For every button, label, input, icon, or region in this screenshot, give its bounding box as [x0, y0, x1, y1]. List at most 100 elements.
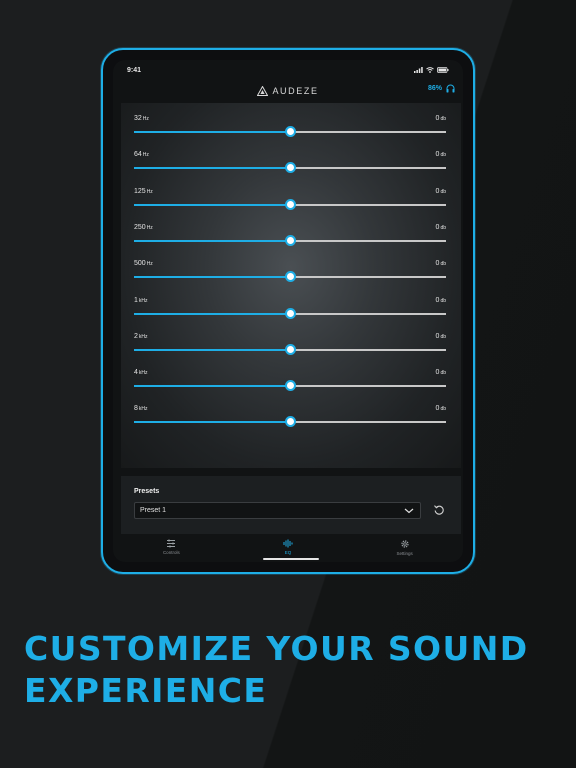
- eq-slider-fill: [134, 348, 290, 351]
- eq-band-frequency-unit: kHz: [138, 297, 148, 304]
- eq-band-gain-value: 0: [435, 405, 440, 413]
- eq-slider-thumb[interactable]: [284, 416, 296, 428]
- eq-band-frequency-value: 64: [134, 151, 142, 159]
- eq-band-frequency-value: 500: [134, 260, 146, 268]
- eq-band-frequency-unit: Hz: [142, 152, 149, 159]
- eq-slider-thumb[interactable]: [284, 234, 296, 246]
- eq-band: 4kHz 0db: [134, 369, 446, 399]
- eq-band-frequency-value: 125: [134, 187, 146, 195]
- tab-eq[interactable]: EQ: [248, 539, 328, 555]
- eq-band-frequency-value: 250: [134, 223, 146, 231]
- eq-band-gain: 0db: [436, 369, 446, 376]
- headphone-battery[interactable]: 86%: [428, 84, 455, 93]
- eq-band: 500Hz 0db: [134, 260, 446, 290]
- eq-band-gain-unit: db: [440, 261, 446, 268]
- brand-name: AUDEZE: [272, 86, 319, 96]
- eq-slider-thumb[interactable]: [284, 271, 296, 283]
- eq-band-gain: 0db: [436, 115, 446, 122]
- eq-band-gain-unit: db: [440, 224, 446, 231]
- eq-band-gain-unit: db: [440, 188, 446, 195]
- eq-band: 2kHz 0db: [134, 333, 446, 363]
- audeze-logo-icon: [257, 86, 269, 96]
- eq-band-gain-value: 0: [435, 151, 440, 159]
- preset-selected-value: Preset 1: [140, 507, 167, 514]
- headline-line-1: CUSTOMIZE YOUR SOUND: [24, 629, 529, 668]
- eq-slider-thumb[interactable]: [284, 162, 296, 174]
- eq-band-frequency: 4kHz: [134, 369, 148, 376]
- cellular-icon: [414, 67, 423, 73]
- gear-icon: [401, 540, 409, 548]
- eq-band-gain-unit: db: [440, 406, 446, 413]
- status-icons: [414, 67, 449, 73]
- eq-slider-fill: [134, 203, 290, 206]
- eq-band-gain-unit: db: [440, 333, 446, 340]
- reset-icon[interactable]: [433, 504, 445, 516]
- eq-band-gain-unit: db: [440, 297, 446, 304]
- tab-controls[interactable]: Controls: [131, 539, 211, 555]
- eq-band-gain-value: 0: [435, 115, 440, 122]
- tab-settings[interactable]: Settings: [365, 539, 445, 556]
- eq-band-frequency-unit: Hz: [142, 116, 149, 122]
- tab-eq-label: EQ: [284, 550, 292, 555]
- chevron-down-icon: [404, 508, 414, 514]
- eq-band-frequency-unit: kHz: [138, 370, 148, 377]
- eq-band-gain-value: 0: [435, 260, 440, 268]
- eq-band-frequency: 2kHz: [134, 333, 148, 340]
- eq-band-frequency-unit: Hz: [146, 261, 153, 268]
- headline-line-2: EXPERIENCE: [24, 671, 268, 710]
- battery-status-icon: [437, 67, 449, 73]
- eq-band-frequency: 250Hz: [134, 224, 153, 231]
- eq-slider-thumb[interactable]: [284, 126, 296, 137]
- eq-band-gain-value: 0: [435, 187, 440, 195]
- eq-slider-fill: [134, 131, 290, 133]
- presets-title: Presets: [134, 488, 160, 495]
- eq-band: 125Hz 0db: [134, 188, 446, 218]
- wifi-icon: [426, 67, 434, 73]
- eq-band: 64Hz 0db: [134, 151, 446, 181]
- eq-band-gain: 0db: [436, 260, 446, 267]
- eq-band-gain-value: 0: [435, 296, 440, 304]
- eq-band-gain-unit: db: [440, 116, 446, 122]
- eq-band-frequency: 1kHz: [134, 297, 148, 304]
- eq-band-gain: 0db: [436, 297, 446, 304]
- tab-controls-label: Controls: [162, 550, 180, 555]
- eq-band-gain-value: 0: [435, 332, 440, 340]
- eq-band-gain-value: 0: [435, 223, 440, 231]
- eq-band-gain: 0db: [436, 224, 446, 231]
- eq-band-gain: 0db: [436, 151, 446, 158]
- eq-band-frequency-unit: Hz: [146, 224, 153, 231]
- eq-band: 32Hz 0db: [134, 115, 446, 145]
- eq-band-frequency-value: 2: [134, 332, 138, 340]
- app-screen: 9:41 AUDEZE 86% 32Hz 0db 64Hz 0db 125Hz 0db 25…: [113, 60, 463, 562]
- eq-slider-thumb[interactable]: [284, 198, 296, 210]
- eq-slider-fill: [134, 167, 290, 170]
- eq-slider-thumb[interactable]: [284, 380, 296, 392]
- eq-slider-fill: [134, 239, 290, 242]
- eq-band-frequency-value: 1: [134, 296, 138, 304]
- eq-slider-fill: [134, 312, 290, 315]
- headphones-icon: [446, 84, 455, 93]
- eq-band-gain-unit: db: [440, 370, 446, 377]
- presets-panel: Presets Preset 1: [121, 476, 461, 534]
- eq-slider-thumb[interactable]: [284, 307, 296, 319]
- eq-band-gain: 0db: [436, 405, 446, 412]
- tab-settings-label: Settings: [396, 551, 413, 556]
- eq-slider-thumb[interactable]: [284, 343, 296, 355]
- eq-band-frequency: 64Hz: [134, 151, 149, 158]
- eq-band-frequency-unit: kHz: [138, 333, 148, 340]
- status-time: 9:41: [127, 66, 142, 74]
- eq-band-gain: 0db: [436, 188, 446, 195]
- eq-band: 8kHz 0db: [134, 405, 446, 435]
- preset-dropdown[interactable]: Preset 1: [134, 502, 421, 519]
- eq-band-frequency-value: 8: [134, 405, 138, 413]
- eq-band-frequency-value: 4: [134, 369, 138, 377]
- brand-logo: AUDEZE: [257, 86, 318, 96]
- eq-slider-fill: [134, 421, 290, 424]
- marketing-headline: CUSTOMIZE YOUR SOUND EXPERIENCE: [24, 628, 554, 712]
- app-header: AUDEZE 86%: [113, 80, 463, 102]
- eq-band-frequency-value: 32: [134, 115, 142, 122]
- waveform-icon: [283, 539, 293, 548]
- headphone-battery-level: 86%: [427, 85, 442, 92]
- eq-band-gain: 0db: [436, 333, 446, 340]
- sliders-icon: [167, 539, 176, 548]
